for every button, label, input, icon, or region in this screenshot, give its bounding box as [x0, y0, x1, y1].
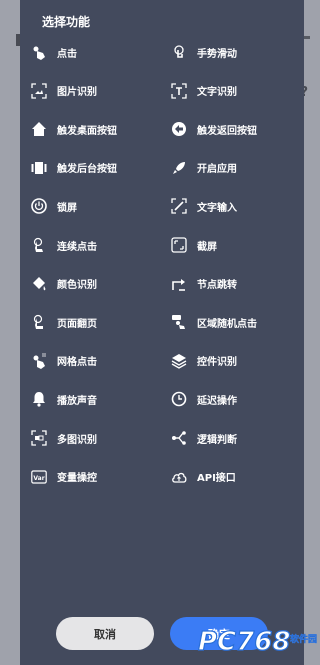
- svg-text:软件园: 软件园: [290, 633, 317, 645]
- dialog-title: 选择功能: [42, 15, 91, 29]
- image-recognition-icon: [30, 82, 48, 100]
- rocket-icon: [170, 159, 188, 177]
- function-item-label: 触发返回按钮: [197, 125, 257, 137]
- cloud-api-icon: [170, 468, 188, 486]
- random-tap-icon: [170, 313, 188, 331]
- function-item-label: 点击: [57, 48, 77, 60]
- function-item-label: 逻辑判断: [197, 434, 237, 446]
- function-item[interactable]: 开启应用: [170, 153, 300, 183]
- function-item-label: 锁屏: [57, 202, 77, 214]
- function-item-label: 颜色识别: [57, 280, 97, 292]
- function-item-label: 延迟操作: [197, 395, 237, 407]
- function-item-label: 连续点击: [57, 241, 97, 253]
- function-item[interactable]: 多图识别: [30, 423, 160, 453]
- function-item[interactable]: 触发后台按钮: [30, 153, 160, 183]
- function-item-label: 播放声音: [57, 395, 97, 407]
- jump-icon: [170, 275, 188, 293]
- function-item-label: 图片识别: [57, 87, 97, 99]
- function-item[interactable]: 控件识别: [170, 346, 300, 376]
- recent-apps-icon: [30, 159, 48, 177]
- watermark-logo: PC768 软件园: [196, 620, 320, 660]
- function-item[interactable]: 锁屏: [30, 191, 160, 221]
- function-item[interactable]: 截屏: [170, 230, 300, 260]
- branch-icon: [170, 429, 188, 447]
- select-function-dialog: 选择功能 点击 手势滑动图片识别 文字识别触发桌面按钮 触发返回按钮触发后台按钮 开启应…: [20, 0, 304, 665]
- function-item-label: 页面翻页: [57, 318, 97, 330]
- power-icon: [30, 197, 48, 215]
- function-item-label: 节点跳转: [197, 280, 237, 292]
- function-item-label: 变量操控: [57, 473, 97, 485]
- screenshot-icon: [170, 236, 188, 254]
- svg-text:PC768: PC768: [198, 627, 290, 657]
- paint-bucket-icon: [30, 275, 48, 293]
- clock-icon: [170, 390, 188, 408]
- function-item-label: API接口: [197, 473, 236, 485]
- text-input-icon: [170, 197, 188, 215]
- function-item-label: 网格点击: [57, 357, 97, 369]
- function-item[interactable]: API接口: [170, 462, 300, 492]
- function-item-label: 控件识别: [197, 357, 237, 369]
- home-icon: [30, 120, 48, 138]
- function-item[interactable]: Var 变量操控: [30, 462, 160, 492]
- function-item[interactable]: 区域随机点击: [170, 307, 300, 337]
- function-item-label: 多图识别: [57, 434, 97, 446]
- cancel-button[interactable]: 取消: [56, 617, 154, 650]
- layers-icon: [170, 352, 188, 370]
- page-turn-icon: [30, 313, 48, 331]
- grid-tap-icon: [30, 352, 48, 370]
- function-item[interactable]: 文字识别: [170, 76, 300, 106]
- function-item[interactable]: 触发返回按钮: [170, 114, 300, 144]
- function-item-label: 手势滑动: [197, 48, 237, 60]
- function-item-label: 触发桌面按钮: [57, 125, 117, 137]
- tap-icon: [30, 43, 48, 61]
- function-item[interactable]: 颜色识别: [30, 269, 160, 299]
- function-item[interactable]: 网格点击: [30, 346, 160, 376]
- function-item[interactable]: 逻辑判断: [170, 423, 300, 453]
- bell-icon: [30, 390, 48, 408]
- function-item-label: 文字输入: [197, 202, 237, 214]
- function-item-label: 区域随机点击: [197, 318, 257, 330]
- function-item-label: 文字识别: [197, 87, 237, 99]
- svg-text:Var: Var: [33, 475, 44, 482]
- back-icon: [170, 120, 188, 138]
- variable-icon: Var: [30, 468, 48, 486]
- text-recognition-icon: [170, 82, 188, 100]
- function-item-label: 开启应用: [197, 164, 237, 176]
- function-item[interactable]: 图片识别: [30, 76, 160, 106]
- function-item[interactable]: 触发桌面按钮: [30, 114, 160, 144]
- function-item[interactable]: 文字输入: [170, 191, 300, 221]
- function-item[interactable]: 播放声音: [30, 384, 160, 414]
- function-item-label: 截屏: [197, 241, 217, 253]
- function-item[interactable]: 延迟操作: [170, 384, 300, 414]
- gesture-swipe-icon: [170, 43, 188, 61]
- function-item-label: 触发后台按钮: [57, 164, 117, 176]
- function-item[interactable]: 页面翻页: [30, 307, 160, 337]
- function-item[interactable]: 连续点击: [30, 230, 160, 260]
- multi-tap-icon: [30, 236, 48, 254]
- function-item[interactable]: 点击: [30, 37, 160, 67]
- multi-image-icon: [30, 429, 48, 447]
- function-item[interactable]: 手势滑动: [170, 37, 300, 67]
- function-item[interactable]: 节点跳转: [170, 269, 300, 299]
